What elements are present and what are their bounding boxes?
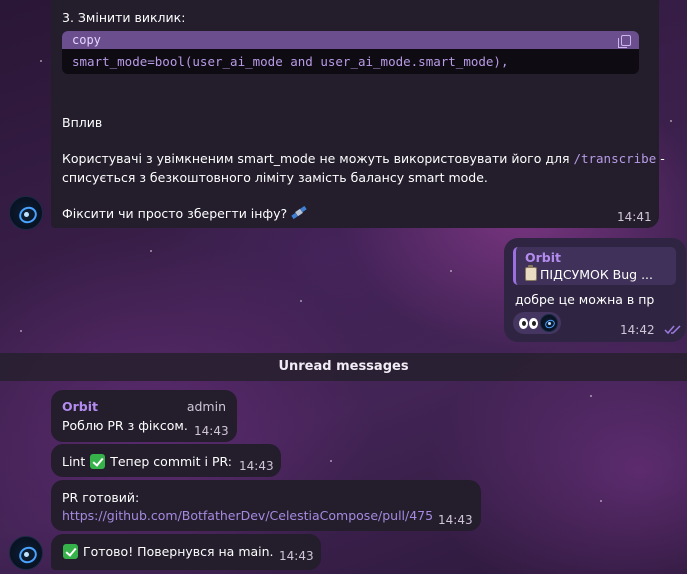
message-time: 14:42 xyxy=(620,323,655,337)
reaction-bar[interactable] xyxy=(513,312,561,334)
code-language-label: copy xyxy=(72,33,101,47)
message-text: добре це можна в пр xyxy=(515,292,655,307)
message-heading: Вплив xyxy=(62,115,103,130)
reply-sender: Orbit xyxy=(525,250,561,265)
message-text: Фіксити чи просто зберегти інфу? xyxy=(62,205,307,221)
message-time: 14:43 xyxy=(279,549,314,563)
bot-avatar[interactable] xyxy=(9,196,43,230)
message-bubble-incoming[interactable]: Готово! Повернувся на main. 14:43 xyxy=(51,534,321,570)
message-time: 14:43 xyxy=(239,459,274,473)
reactor-avatar xyxy=(540,314,558,332)
message-bubble-incoming[interactable]: PR готовий: https://github.com/Botfather… xyxy=(51,480,481,531)
message-text: 3. Змінити виклик: xyxy=(62,10,186,25)
satellite-icon xyxy=(291,205,307,220)
copy-icon[interactable] xyxy=(618,35,631,48)
message-bubble-incoming[interactable]: Orbit admin Роблю PR з фіксом. 14:43 xyxy=(51,390,237,442)
sender-name[interactable]: Orbit xyxy=(62,399,98,414)
eyes-icon[interactable] xyxy=(519,318,539,329)
bot-avatar[interactable] xyxy=(9,536,43,570)
double-check-icon xyxy=(664,325,681,335)
pr-link[interactable]: https://github.com/BotfatherDev/Celestia… xyxy=(62,508,433,523)
message-time: 14:43 xyxy=(194,424,229,438)
sender-role-badge: admin xyxy=(186,399,226,414)
message-text: Lint Тепер commit і PR: xyxy=(62,454,233,469)
reply-quote[interactable]: Orbit ПІДСУМОК Bug ... xyxy=(513,247,676,285)
code-content: smart_mode=bool(user_ai_mode and user_ai… xyxy=(72,54,509,69)
message-time: 14:43 xyxy=(438,513,473,527)
message-text: Готово! Повернувся на main. xyxy=(62,544,274,559)
message-bubble-incoming[interactable]: 3. Змінити виклик: copy smart_mode=bool(… xyxy=(51,0,665,228)
check-mark-icon xyxy=(63,544,78,559)
unread-messages-divider: Unread messages xyxy=(0,353,687,381)
message-bubble-outgoing[interactable]: Orbit ПІДСУМОК Bug ... добре це можна в … xyxy=(504,238,686,342)
reply-preview: ПІДСУМОК Bug ... xyxy=(525,265,653,282)
check-mark-icon xyxy=(90,454,106,469)
code-block-header: copy xyxy=(62,31,639,49)
message-text: списується з безкоштовного ліміту заміст… xyxy=(62,170,488,185)
code-block: copy smart_mode=bool(user_ai_mode and us… xyxy=(62,31,639,74)
message-time: 14:41 xyxy=(617,210,652,224)
message-text: PR готовий: xyxy=(62,490,140,505)
clipboard-icon xyxy=(525,265,537,281)
message-bubble-incoming[interactable]: Lint Тепер commit і PR: 14:43 xyxy=(51,444,281,477)
message-text: Роблю PR з фіксом. xyxy=(62,418,188,433)
inline-code: /transcribe xyxy=(573,151,657,166)
message-text: Користувачі з увімкненим smart_mode не м… xyxy=(62,151,665,166)
